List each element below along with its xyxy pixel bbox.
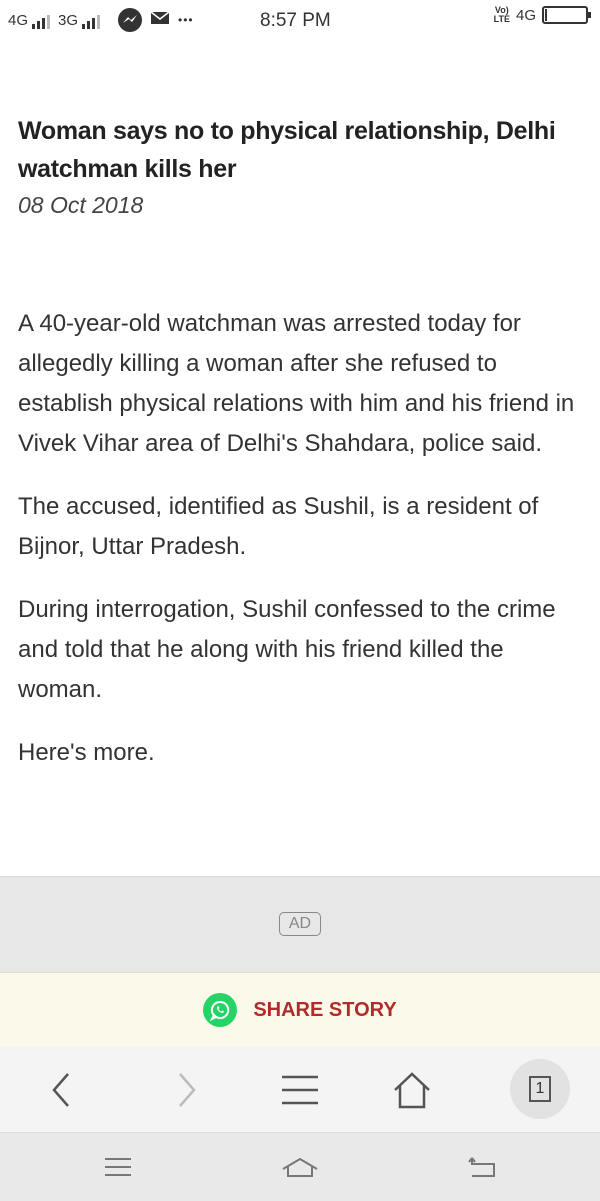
mail-icon bbox=[150, 10, 170, 30]
clock: 8:57 PM bbox=[260, 10, 331, 31]
signal-icon bbox=[32, 14, 51, 29]
article-headline: Woman says no to physical relationship, … bbox=[18, 117, 556, 183]
status-bar: 4G 3G ••• 8:57 PM Vo) LTE 4G bbox=[0, 0, 600, 42]
status-left: 4G 3G ••• bbox=[8, 8, 194, 32]
system-nav-bar bbox=[0, 1132, 600, 1201]
more-notifications: ••• bbox=[178, 13, 194, 27]
paragraph: A 40-year-old watchman was arrested toda… bbox=[18, 310, 575, 457]
home-icon bbox=[282, 1157, 318, 1177]
whatsapp-icon bbox=[203, 993, 238, 1027]
ad-badge: AD bbox=[279, 912, 321, 936]
recents-icon bbox=[105, 1158, 131, 1176]
battery-fill bbox=[545, 9, 547, 21]
tabs-icon: 1 bbox=[529, 1076, 551, 1102]
share-story-button[interactable]: SHARE STORY bbox=[0, 972, 600, 1048]
browser-toolbar: 1 bbox=[0, 1047, 600, 1132]
tab-count: 1 bbox=[535, 1080, 545, 1097]
paragraph: Here's more. bbox=[18, 739, 155, 766]
messenger-icon bbox=[118, 8, 143, 32]
menu-button[interactable] bbox=[275, 1065, 325, 1115]
recents-button[interactable] bbox=[98, 1147, 138, 1187]
network-type: 4G bbox=[515, 6, 536, 24]
back-icon bbox=[52, 1073, 69, 1107]
sim2-signal: 3G bbox=[58, 11, 101, 29]
menu-icon bbox=[282, 1075, 318, 1105]
ad-container[interactable]: AD bbox=[0, 876, 600, 973]
sim1-signal: 4G bbox=[8, 11, 51, 29]
forward-icon bbox=[179, 1073, 196, 1107]
volte-icon: Vo) LTE bbox=[493, 5, 510, 24]
sim1-label: 4G bbox=[8, 11, 29, 29]
article-body: A 40-year-old watchman was arrested toda… bbox=[18, 304, 583, 796]
signal-icon bbox=[82, 14, 101, 29]
status-right: Vo) LTE 4G bbox=[493, 5, 591, 24]
tabs-button[interactable]: 1 bbox=[510, 1059, 570, 1119]
paragraph: During interrogation, Sushil confessed t… bbox=[18, 596, 556, 703]
nav-back-button[interactable] bbox=[462, 1147, 502, 1187]
home-button[interactable] bbox=[387, 1065, 437, 1115]
share-story-label: SHARE STORY bbox=[253, 998, 397, 1021]
paragraph: The accused, identified as Sushil, is a … bbox=[18, 493, 539, 560]
battery-icon bbox=[542, 6, 591, 24]
forward-button[interactable] bbox=[162, 1065, 212, 1115]
article-date: 08 Oct 2018 bbox=[18, 192, 144, 218]
article-header: Woman says no to physical relationship, … bbox=[18, 112, 583, 219]
back-button[interactable] bbox=[36, 1065, 86, 1115]
nav-home-button[interactable] bbox=[280, 1147, 320, 1187]
home-icon bbox=[394, 1072, 430, 1109]
sim2-label: 3G bbox=[58, 11, 79, 29]
back-icon bbox=[468, 1157, 495, 1177]
